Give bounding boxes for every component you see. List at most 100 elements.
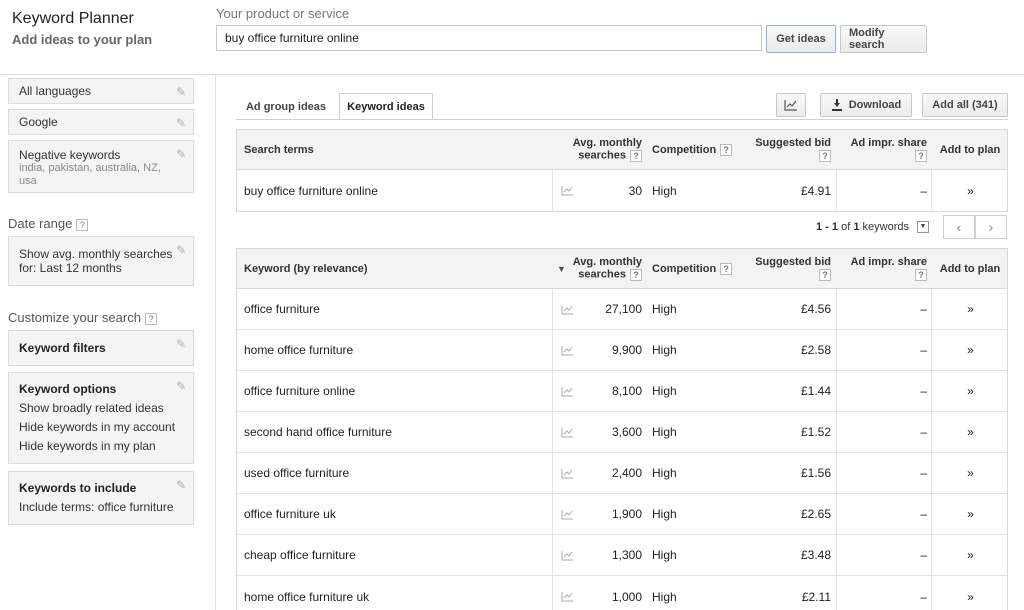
help-icon[interactable]: ?	[630, 269, 642, 281]
help-icon[interactable]: ?	[144, 312, 157, 325]
keyword-cell: used office furniture	[244, 466, 350, 480]
help-icon[interactable]: ?	[915, 150, 927, 162]
language-value: All languages	[19, 84, 92, 98]
suggested-bid-cell: £2.65	[800, 507, 831, 521]
add-to-plan-chevron-icon[interactable]: »	[931, 412, 1007, 452]
keywords-to-include-setting[interactable]: Keywords to include Include terms: offic…	[8, 471, 194, 525]
table-row: buy office furniture online 30 High £4.9…	[237, 170, 1007, 211]
date-range-setting[interactable]: Show avg. monthly searches for: Last 12 …	[8, 236, 194, 286]
suggested-bid-cell: £1.56	[800, 466, 831, 480]
competition-cell: High	[652, 343, 677, 357]
competition-cell: High	[652, 384, 677, 398]
avg-searches-cell: 1,300	[611, 548, 642, 562]
add-to-plan-chevron-icon[interactable]: »	[931, 170, 1009, 211]
add-to-plan-chevron-icon[interactable]: »	[931, 330, 1007, 370]
header-ad-impr-share[interactable]: Ad impr. share ?	[837, 249, 927, 288]
pencil-icon[interactable]: ✎	[176, 337, 186, 351]
header-avg-monthly-line1: Avg. monthly	[572, 137, 642, 149]
modify-search-button[interactable]: Modify search	[840, 25, 927, 53]
pager-suffix: keywords	[862, 221, 909, 233]
header-ad-impr-share-text: Ad impr. share	[850, 256, 927, 268]
help-icon[interactable]: ?	[720, 262, 733, 275]
suggested-bid-cell: £4.56	[800, 302, 831, 316]
download-button[interactable]: Download	[820, 93, 912, 117]
pager-summary: 1 - 1 of 1 keywords	[816, 221, 909, 233]
add-to-plan-chevron-icon[interactable]: »	[931, 371, 1007, 411]
header-competition-text: Competition	[652, 143, 717, 156]
add-to-plan-chevron-icon[interactable]: »	[931, 576, 1007, 610]
suggested-bid-cell: £1.44	[800, 384, 831, 398]
table-row: office furniture 27,100 High £4.56 –»	[237, 289, 1007, 330]
avg-searches-cell: 2,400	[611, 466, 642, 480]
customize-heading: Customize your search?	[8, 310, 157, 325]
pencil-icon[interactable]: ✎	[176, 478, 186, 492]
impr-share-cell: –	[920, 343, 927, 357]
add-to-plan-chevron-icon[interactable]: »	[931, 494, 1007, 534]
keyword-cell: cheap office furniture	[244, 548, 356, 562]
pager-of: of	[841, 221, 851, 233]
table-row: office furniture uk 1,900 High £2.65 –»	[237, 494, 1007, 535]
keyword-options-setting[interactable]: Keyword options Show broadly related ide…	[8, 372, 194, 464]
pencil-icon[interactable]: ✎	[176, 85, 186, 99]
keyword-cell: office furniture online	[244, 384, 356, 398]
table-row: office furniture online 8,100 High £1.44 –»	[237, 371, 1007, 412]
product-label: Your product or service	[216, 6, 350, 21]
header-suggested-bid[interactable]: Suggested bid ?	[747, 249, 831, 288]
header-ad-impr-share[interactable]: Ad impr. share ?	[837, 130, 927, 169]
help-icon[interactable]: ?	[720, 143, 733, 156]
negative-keywords-value: india, pakistan, australia, NZ, usa	[19, 162, 161, 187]
add-to-plan-chevron-icon[interactable]: »	[931, 535, 1007, 575]
pencil-icon[interactable]: ✎	[176, 147, 186, 161]
add-all-button[interactable]: Add all (341)	[922, 93, 1008, 117]
header-search-terms[interactable]: Search terms	[244, 130, 314, 169]
help-icon[interactable]: ?	[630, 150, 642, 162]
pager-prev-icon[interactable]: ‹	[943, 215, 975, 239]
pager-next-icon[interactable]: ›	[975, 215, 1007, 239]
help-icon[interactable]: ?	[819, 150, 831, 162]
app-subtitle: Add ideas to your plan	[12, 32, 153, 47]
help-icon[interactable]: ?	[915, 269, 927, 281]
suggested-bid-cell: £2.11	[801, 589, 831, 604]
get-ideas-button[interactable]: Get ideas	[766, 25, 836, 53]
header-suggested-bid[interactable]: Suggested bid ?	[747, 130, 831, 169]
competition-cell: High	[652, 466, 677, 480]
pager-range: 1 - 1	[816, 221, 839, 233]
header-competition-text: Competition	[652, 262, 717, 275]
competition-cell: High	[652, 548, 677, 562]
help-icon[interactable]: ?	[819, 269, 831, 281]
pencil-icon[interactable]: ✎	[176, 379, 186, 393]
impr-share-cell: –	[920, 548, 927, 562]
header-keyword[interactable]: Keyword (by relevance)	[244, 249, 368, 288]
impr-share-cell: –	[920, 507, 927, 521]
pager-dropdown-icon[interactable]: ▼	[917, 221, 929, 233]
tab-ad-group-ideas[interactable]: Ad group ideas	[236, 93, 336, 120]
pencil-icon[interactable]: ✎	[176, 243, 186, 257]
header-avg-monthly[interactable]: Avg. monthly searches?	[562, 130, 642, 169]
header-suggested-bid-text: Suggested bid	[755, 137, 831, 149]
keyword-filters-setting[interactable]: Keyword filters ✎	[8, 330, 194, 366]
pencil-icon[interactable]: ✎	[176, 116, 186, 130]
product-input[interactable]	[216, 25, 762, 51]
add-to-plan-chevron-icon[interactable]: »	[931, 289, 1007, 329]
date-range-line2: for: Last 12 months	[19, 261, 122, 275]
suggested-bid-cell: £4.91	[800, 183, 831, 198]
help-icon[interactable]: ?	[76, 218, 89, 231]
sidebar-divider	[215, 74, 216, 610]
table-row: used office furniture 2,400 High £1.56 –»	[237, 453, 1007, 494]
header-competition[interactable]: Competition?	[652, 249, 733, 288]
tab-keyword-ideas[interactable]: Keyword ideas	[339, 93, 433, 120]
date-range-line1: Show avg. monthly searches	[19, 247, 173, 261]
header-avg-monthly[interactable]: Avg. monthly searches?	[562, 249, 642, 288]
header-competition[interactable]: Competition?	[652, 130, 733, 169]
keyword-option-item: Hide keywords in my plan	[19, 439, 156, 453]
network-setting[interactable]: Google ✎	[8, 109, 194, 135]
header-ad-impr-share-text: Ad impr. share	[850, 137, 927, 149]
suggested-bid-cell: £2.58	[800, 343, 831, 357]
keyword-cell: office furniture uk	[244, 507, 336, 521]
add-to-plan-chevron-icon[interactable]: »	[931, 453, 1007, 493]
negative-keywords-setting[interactable]: Negative keywords india, pakistan, austr…	[8, 140, 194, 193]
chart-button[interactable]	[776, 93, 806, 117]
language-setting[interactable]: All languages ✎	[8, 78, 194, 104]
impr-share-cell: –	[920, 425, 927, 439]
avg-searches-cell: 1,000	[611, 589, 642, 604]
